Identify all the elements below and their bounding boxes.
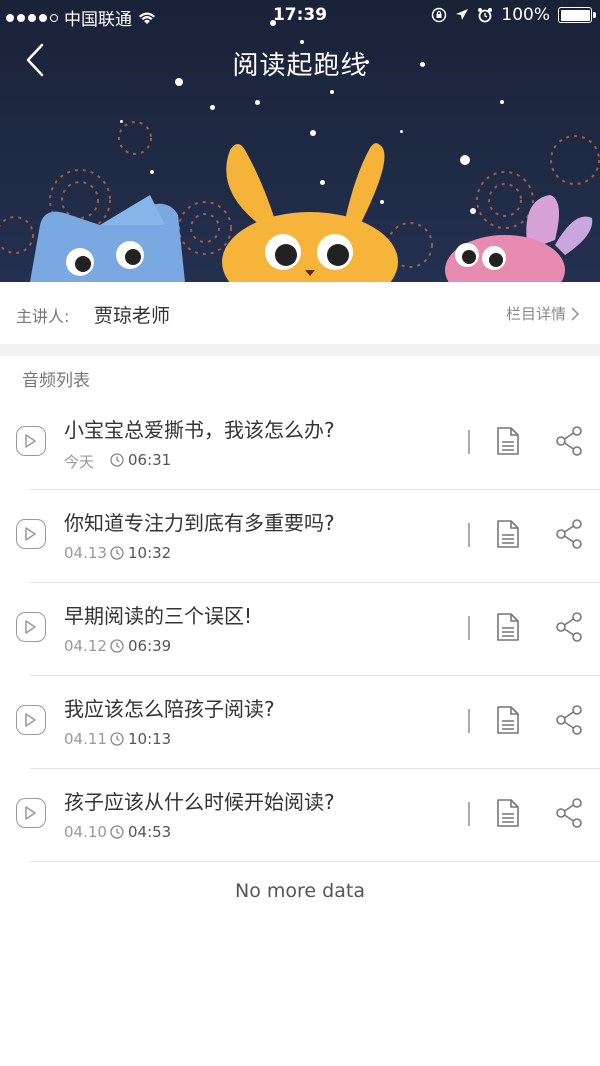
list-item[interactable]: 孩子应该从什么时候开始阅读? 04.10 04:53	[0, 770, 600, 862]
clock-icon	[110, 453, 124, 467]
duration-text: 10:32	[128, 544, 172, 562]
column-details-label: 栏目详情	[505, 305, 566, 323]
share-icon	[556, 519, 582, 549]
share-icon	[556, 612, 582, 642]
audio-title: 小宝宝总爱撕书，我该怎么办?	[64, 418, 335, 442]
audio-list-heading: 音频列表	[22, 371, 90, 391]
cartoon-characters-illustration	[30, 143, 593, 282]
duration-text: 04:53	[128, 823, 172, 841]
list-item[interactable]: 我应该怎么陪孩子阅读? 04.11 10:13	[0, 677, 600, 769]
battery-percent: 100%	[501, 5, 550, 25]
section-separator	[0, 344, 600, 356]
document-icon	[497, 613, 519, 641]
share-icon	[556, 798, 582, 828]
share-button[interactable]	[555, 519, 583, 553]
play-button[interactable]	[16, 426, 46, 456]
list-item[interactable]: 你知道专注力到底有多重要吗? 04.13 10:32	[0, 491, 600, 583]
duration-text: 10:13	[128, 730, 172, 748]
vertical-divider	[468, 802, 470, 826]
clock-icon	[110, 825, 124, 839]
play-icon	[25, 713, 36, 727]
play-button[interactable]	[16, 612, 46, 642]
duration-text: 06:31	[128, 451, 172, 469]
host-info-row: 主讲人: 贾琼老师 栏目详情	[0, 282, 600, 344]
audio-title: 早期阅读的三个误区!	[64, 604, 253, 628]
vertical-divider	[468, 523, 470, 547]
audio-date: 今天	[64, 453, 95, 471]
host-name: 贾琼老师	[94, 305, 171, 327]
transcript-button[interactable]	[495, 519, 521, 553]
audio-date: 04.11	[64, 730, 107, 748]
row-divider	[30, 675, 600, 676]
audio-title: 你知道专注力到底有多重要吗?	[64, 511, 335, 535]
battery-icon	[558, 7, 596, 23]
page-title: 阅读起跑线	[232, 51, 368, 81]
audio-date: 04.13	[64, 544, 107, 562]
audio-duration: 04:53	[110, 823, 171, 841]
chevron-right-icon	[571, 306, 580, 321]
row-divider	[30, 861, 600, 862]
orientation-lock-icon	[432, 7, 447, 23]
share-icon	[556, 705, 582, 735]
play-button[interactable]	[16, 798, 46, 828]
document-icon	[497, 427, 519, 455]
share-button[interactable]	[555, 612, 583, 646]
share-button[interactable]	[555, 426, 583, 460]
audio-duration: 10:32	[110, 544, 171, 562]
clock-icon	[110, 546, 124, 560]
vertical-divider	[468, 430, 470, 454]
status-bar: 中国联通 17:39 100%	[0, 0, 600, 32]
transcript-button[interactable]	[495, 612, 521, 646]
document-icon	[497, 799, 519, 827]
audio-duration: 06:31	[110, 451, 171, 469]
header-banner: 中国联通 17:39 100% 阅读起跑线	[0, 0, 600, 282]
column-details-link[interactable]: 栏目详情	[506, 303, 580, 324]
play-icon	[25, 806, 36, 820]
play-button[interactable]	[16, 519, 46, 549]
transcript-button[interactable]	[495, 705, 521, 739]
list-item[interactable]: 早期阅读的三个误区! 04.12 06:39	[0, 584, 600, 676]
audio-title: 孩子应该从什么时候开始阅读?	[64, 790, 335, 814]
alarm-icon	[478, 8, 493, 23]
share-button[interactable]	[555, 705, 583, 739]
row-divider	[30, 489, 600, 490]
play-icon	[25, 527, 36, 541]
transcript-button[interactable]	[495, 426, 521, 460]
clock-icon	[110, 639, 124, 653]
row-divider	[30, 768, 600, 769]
row-divider	[30, 582, 600, 583]
share-button[interactable]	[555, 798, 583, 832]
host-label: 主讲人:	[16, 307, 70, 326]
play-icon	[25, 434, 36, 448]
list-item[interactable]: 小宝宝总爱撕书，我该怎么办? 今天 06:31	[0, 398, 600, 490]
audio-date: 04.12	[64, 637, 107, 655]
audio-duration: 06:39	[110, 637, 171, 655]
no-more-data-label: No more data	[235, 880, 365, 902]
vertical-divider	[468, 616, 470, 640]
share-icon	[556, 426, 582, 456]
duration-text: 06:39	[128, 637, 172, 655]
clock-icon	[110, 732, 124, 746]
audio-date: 04.10	[64, 823, 107, 841]
play-button[interactable]	[16, 705, 46, 735]
audio-title: 我应该怎么陪孩子阅读?	[64, 697, 275, 721]
document-icon	[497, 520, 519, 548]
document-icon	[497, 706, 519, 734]
play-icon	[25, 620, 36, 634]
vertical-divider	[468, 709, 470, 733]
audio-duration: 10:13	[110, 730, 171, 748]
location-icon	[456, 9, 469, 20]
transcript-button[interactable]	[495, 798, 521, 832]
